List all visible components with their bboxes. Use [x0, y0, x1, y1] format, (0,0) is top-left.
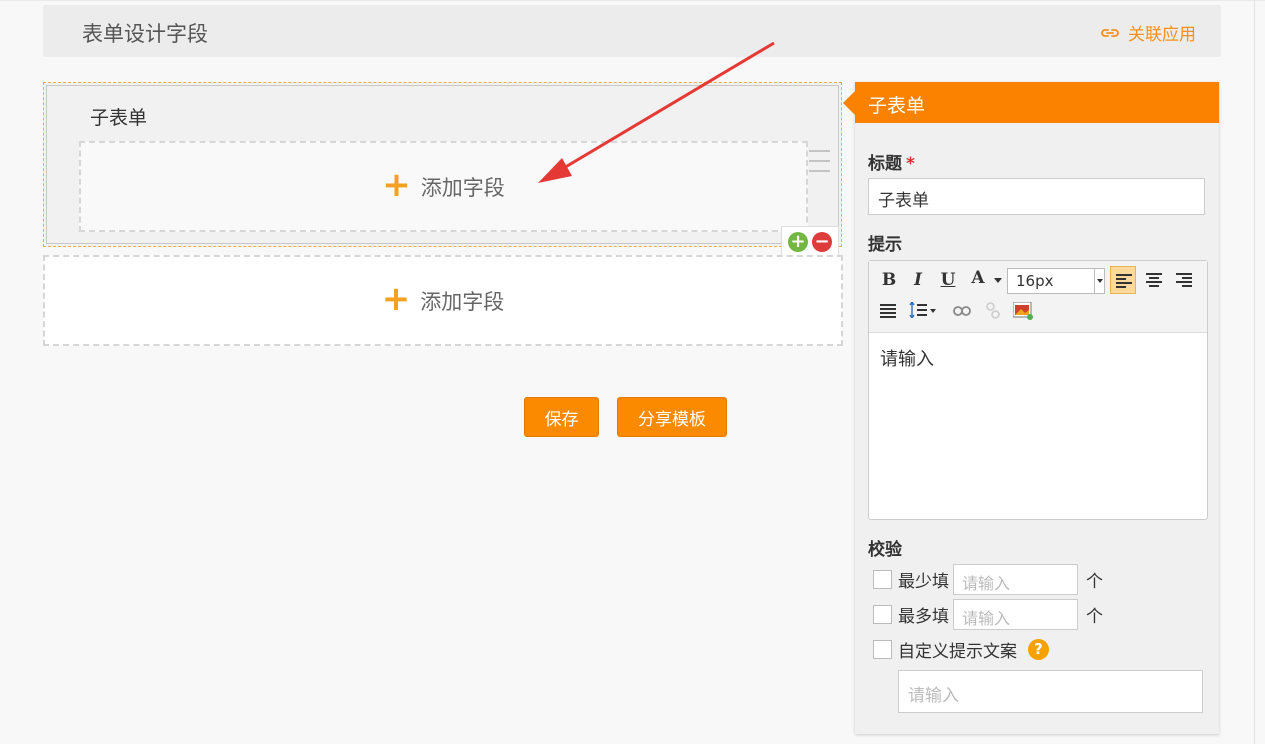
subform-actions: + − — [781, 226, 839, 257]
max-fill-label: 最多填 — [898, 607, 949, 627]
page-right-edge — [1254, 0, 1255, 744]
hint-label: 提示 — [868, 235, 902, 255]
underline-button[interactable]: U — [936, 267, 960, 293]
subform-title: 子表单 — [90, 107, 148, 129]
chevron-down-icon — [1094, 269, 1104, 293]
drag-handle-icon[interactable] — [809, 150, 830, 178]
image-insert-icon[interactable] — [1010, 297, 1036, 325]
min-fill-label: 最少填 — [898, 572, 949, 592]
validation-label: 校验 — [868, 540, 902, 560]
plus-icon: + — [381, 279, 411, 319]
min-fill-input[interactable]: 请输入 — [953, 564, 1078, 595]
related-app-label: 关联应用 — [1128, 25, 1196, 45]
link-insert-icon[interactable] — [949, 297, 975, 325]
custom-hint-row: 自定义提示文案 ? — [873, 637, 1049, 662]
line-height-icon[interactable] — [906, 297, 942, 325]
hint-rich-text-editor: B I U A 16px 请输入 — [868, 260, 1208, 520]
add-field-button[interactable]: + 添加字段 — [43, 255, 843, 346]
align-left-icon[interactable] — [1110, 266, 1136, 294]
link-icon — [1101, 28, 1119, 37]
page-top-line — [0, 0, 1265, 1]
italic-button[interactable]: I — [906, 267, 930, 293]
custom-hint-input[interactable]: 请输入 — [898, 670, 1203, 713]
editor-content[interactable]: 请输入 — [869, 333, 1207, 383]
properties-panel: 子表单 标题 * 子表单 提示 B I U A 16px 请输入 校验 最少填 … — [843, 82, 1219, 734]
editor-toolbar: B I U A 16px — [869, 261, 1207, 333]
font-color-button[interactable]: A — [966, 265, 990, 291]
add-circle-icon[interactable]: + — [788, 231, 808, 252]
max-fill-input[interactable]: 请输入 — [953, 599, 1078, 630]
title-label: 标题 — [868, 154, 902, 174]
min-fill-checkbox[interactable] — [873, 570, 892, 589]
font-size-value: 16px — [1016, 272, 1054, 290]
help-icon[interactable]: ? — [1028, 639, 1049, 660]
font-color-caret-icon — [994, 278, 1002, 283]
max-fill-row: 最多填 请输入 个 — [873, 599, 1103, 630]
share-template-button[interactable]: 分享模板 — [617, 397, 727, 437]
custom-hint-label: 自定义提示文案 — [898, 642, 1017, 662]
align-justify-icon[interactable] — [875, 297, 901, 325]
font-size-select[interactable]: 16px — [1007, 268, 1105, 294]
custom-hint-checkbox[interactable] — [873, 640, 892, 659]
page-title: 表单设计字段 — [82, 22, 208, 46]
annotation-arrow — [538, 41, 775, 183]
bold-button[interactable]: B — [877, 267, 901, 293]
title-input[interactable]: 子表单 — [868, 178, 1205, 215]
save-button[interactable]: 保存 — [524, 397, 599, 437]
add-field-label: 添加字段 — [420, 289, 505, 314]
max-fill-unit: 个 — [1086, 607, 1103, 627]
panel-header: 子表单 — [855, 82, 1219, 123]
max-fill-checkbox[interactable] — [873, 605, 892, 624]
title-label-row: 标题 * — [868, 149, 915, 174]
remove-circle-icon[interactable]: − — [812, 231, 832, 252]
align-right-icon[interactable] — [1171, 266, 1197, 294]
plus-icon: + — [382, 165, 411, 205]
align-center-icon[interactable] — [1141, 266, 1167, 294]
min-fill-unit: 个 — [1086, 572, 1103, 592]
subform-add-field-label: 添加字段 — [420, 175, 505, 200]
related-app-link[interactable]: 关联应用 — [1100, 20, 1196, 45]
unlink-icon[interactable] — [980, 297, 1006, 325]
panel-pointer — [843, 91, 855, 115]
min-fill-row: 最少填 请输入 个 — [873, 564, 1103, 595]
required-mark: * — [906, 154, 915, 174]
